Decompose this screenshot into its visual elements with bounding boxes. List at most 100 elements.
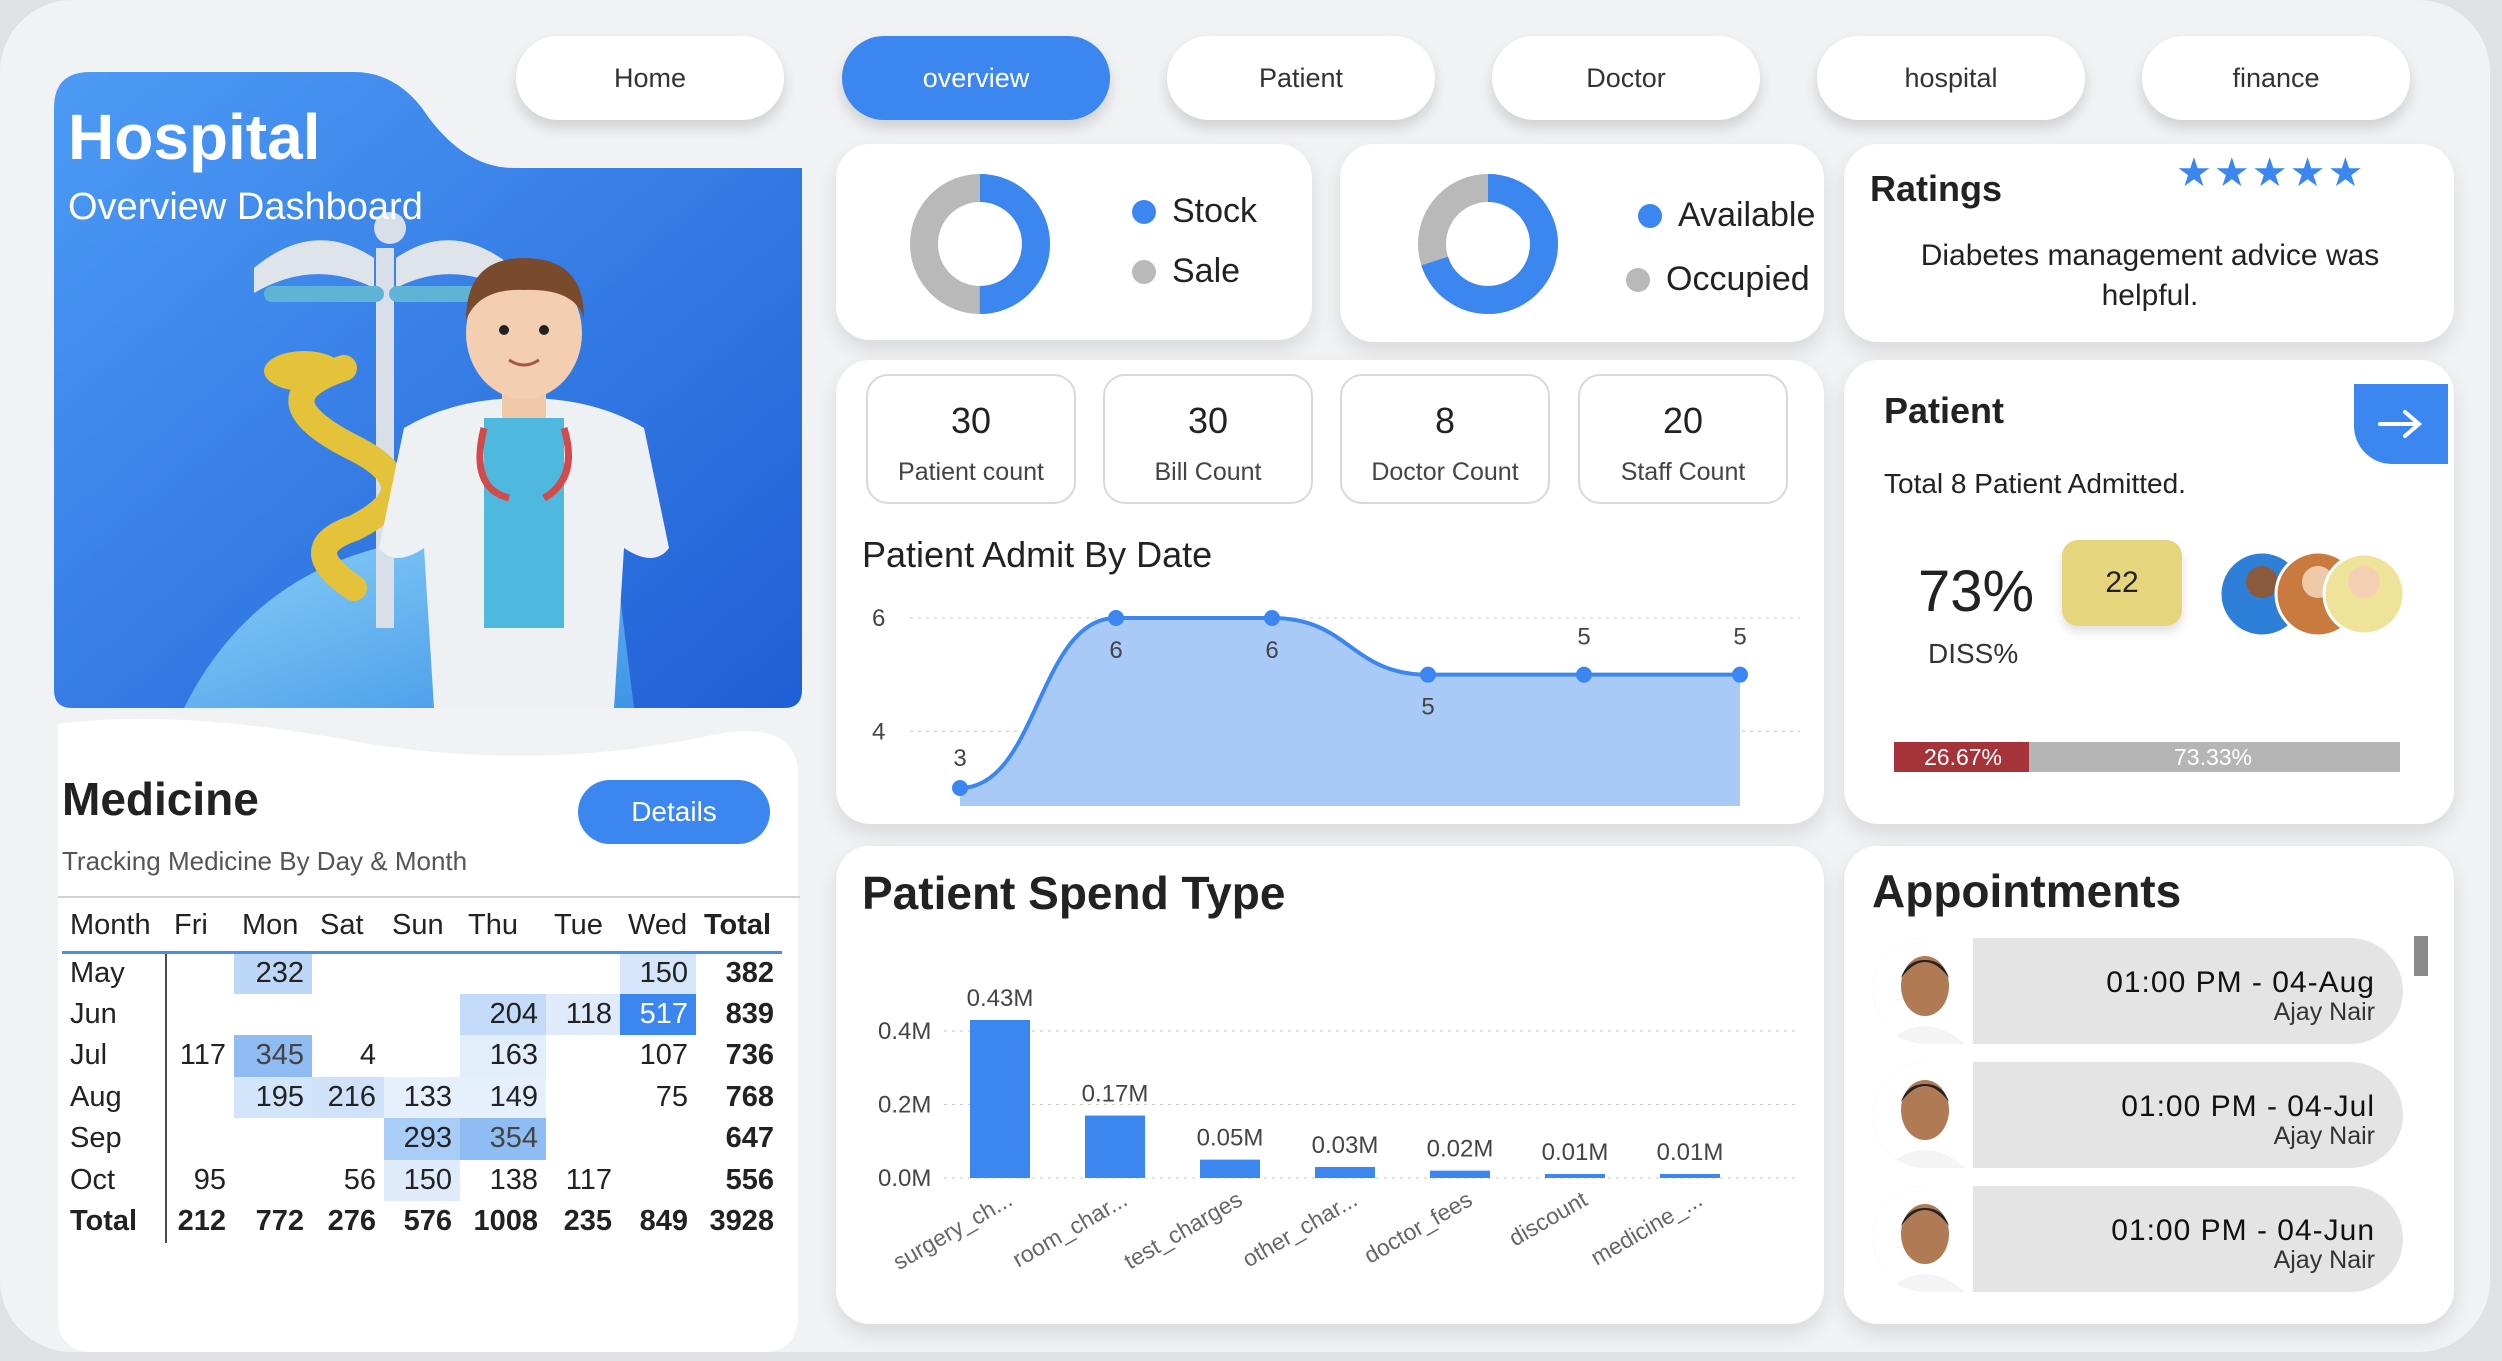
table-cell [384, 952, 460, 994]
col-header: Tue [546, 900, 620, 954]
data-point [1108, 610, 1124, 626]
legend-label: Occupied [1666, 260, 1810, 298]
appointment-item[interactable]: 01:00 PM - 04-Jun Ajay Nair [1873, 1186, 2403, 1292]
progress-left-label: 26.67% [1924, 744, 2003, 770]
nav-finance[interactable]: finance [2142, 36, 2410, 120]
legend-dot [1626, 267, 1650, 292]
table-cell: 849 [639, 1205, 688, 1238]
table-cell: 150 [384, 1159, 460, 1201]
table-cell [384, 994, 460, 1036]
y-tick-label: 0.2M [878, 1092, 931, 1119]
patient-avatars [2218, 550, 2406, 638]
nav-doctor[interactable]: Doctor [1492, 36, 1760, 120]
kpi-value: 8 [1434, 400, 1456, 441]
x-tick-label: room_char... [1008, 1186, 1132, 1272]
table-cell: 768 [725, 1080, 774, 1113]
table-row: Oct 95 56 150 138 117 556 [62, 1159, 782, 1201]
table-cell: 772 [255, 1205, 304, 1238]
col-header: Thu [460, 900, 546, 954]
patient-title: Patient [1884, 390, 2005, 431]
patient-next-button[interactable] [2354, 384, 2448, 464]
appointment-item[interactable]: 01:00 PM - 04-Aug Ajay Nair [1873, 938, 2403, 1044]
kpi-value: 20 [1662, 400, 1704, 441]
bar [1545, 1174, 1605, 1178]
table-cell [546, 1118, 620, 1160]
data-label: 5 [1421, 694, 1434, 721]
nav-overview[interactable]: overview [842, 36, 1110, 120]
kpi-value: 30 [950, 400, 992, 441]
table-row: Jul 117 345 4 163 107 736 [62, 1035, 782, 1077]
hero-subtitle: Overview Dashboard [68, 186, 423, 228]
table-cell: 117 [565, 1163, 612, 1196]
kpi-bill-count: 30 Bill Count [1103, 374, 1313, 504]
table-cell [312, 952, 384, 994]
table-cell: 232 [234, 952, 312, 994]
doctor-avatar [1873, 1062, 1973, 1168]
table-cell: 647 [725, 1122, 774, 1155]
table-cell: 382 [725, 957, 774, 989]
data-point [1420, 666, 1436, 683]
bar [1430, 1170, 1490, 1178]
table-cell [166, 994, 234, 1036]
table-cell [384, 1035, 460, 1077]
kpi-doctor-count: 8 Doctor Count [1340, 374, 1550, 504]
table-row: Sep 293 354 647 [62, 1118, 782, 1160]
bar [1085, 1115, 1145, 1178]
table-cell: 150 [620, 952, 696, 994]
data-label: 6 [1109, 637, 1122, 664]
legend-stock: Stock [1132, 192, 1257, 231]
legend-label: Available [1678, 196, 1816, 234]
col-header: Total [696, 900, 782, 954]
table-cell: 276 [327, 1205, 376, 1238]
kpi-label: Staff Count [1620, 458, 1746, 486]
bar [970, 1020, 1030, 1178]
star-rating-icon: ★★★★★ [2176, 151, 2366, 195]
nav-patient[interactable]: Patient [1167, 36, 1435, 120]
diss-percent: 73% [1918, 559, 2035, 624]
data-label: 3 [953, 745, 966, 772]
table-cell [166, 1077, 234, 1119]
table-cell: 107 [639, 1039, 688, 1072]
table-cell [166, 952, 234, 994]
y-tick-label: 4 [872, 718, 885, 745]
legend-sale: Sale [1132, 252, 1240, 291]
table-cell: 354 [460, 1118, 546, 1160]
details-button[interactable]: Details [578, 780, 770, 844]
table-cell: Jul [62, 1035, 167, 1077]
table-cell: 118 [546, 993, 620, 1035]
appointments-scrollbar[interactable] [2414, 936, 2428, 976]
data-label: 5 [1577, 624, 1590, 651]
data-label: 0.01M [1542, 1139, 1609, 1166]
table-cell: 517 [620, 993, 696, 1035]
kpi-patient-count: 30 Patient count [866, 374, 1076, 504]
table-row: Jun 204 118 517 839 [62, 993, 782, 1036]
col-header: Sat [312, 900, 384, 954]
x-tick-label: surgery_ch... [888, 1186, 1016, 1275]
x-tick-label: discount [1504, 1186, 1592, 1252]
col-header: Fri [166, 900, 234, 954]
legend-dot [1132, 259, 1156, 284]
admit-chart-title: Patient Admit By Date [862, 534, 1213, 575]
table-cell: 95 [193, 1163, 226, 1196]
table-cell: 1008 [473, 1205, 538, 1238]
bar [1200, 1159, 1260, 1178]
hero-title: Hospital [68, 101, 321, 173]
table-cell [312, 994, 384, 1036]
data-point [952, 780, 968, 796]
table-cell: 216 [312, 1076, 384, 1118]
patient-count-badge: 22 [2062, 540, 2182, 626]
table-cell: 212 [177, 1205, 226, 1238]
medicine-subtitle: Tracking Medicine By Day & Month [62, 846, 468, 876]
nav-hospital[interactable]: hospital [1817, 36, 2085, 120]
legend-dot [1132, 199, 1156, 224]
y-tick-label: 6 [872, 605, 885, 632]
spend-chart-title: Patient Spend Type [862, 867, 1286, 919]
data-label: 5 [1733, 624, 1746, 651]
y-tick-label: 0.4M [878, 1018, 931, 1045]
x-tick-label: doctor_fees [1359, 1186, 1476, 1269]
appointment-item[interactable]: 01:00 PM - 04-Jul Ajay Nair [1873, 1062, 2403, 1168]
data-label: 0.43M [967, 985, 1034, 1012]
data-label: 0.17M [1082, 1081, 1149, 1108]
x-tick-label: other_char... [1238, 1186, 1362, 1272]
table-cell: 195 [234, 1076, 312, 1118]
